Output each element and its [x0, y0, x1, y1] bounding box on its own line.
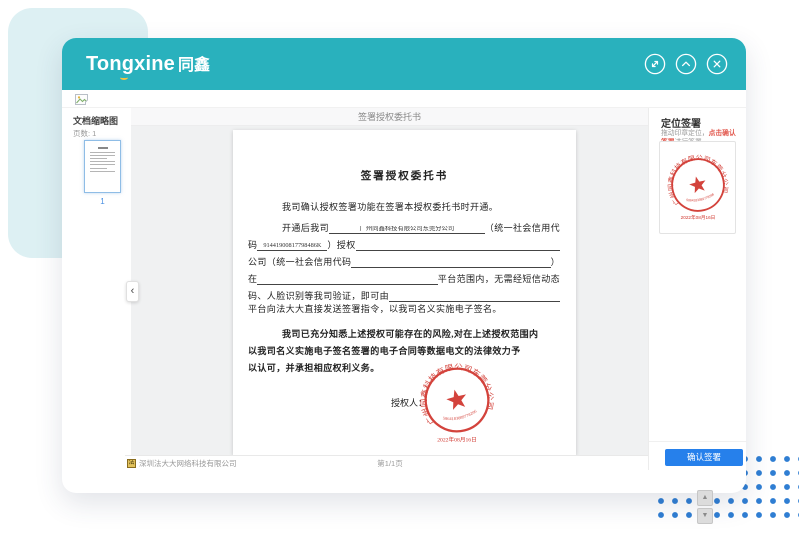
seal-star [687, 175, 707, 194]
document-title: 签署授权委托书 [233, 168, 576, 183]
doc-bold-paragraph: 我司已充分知悉上述授权可能存在的风险,对在上述授权范围内 以我司名义实施电子签名… [248, 327, 560, 378]
doc-line: 在 平台范围内，无需经短信动态 [248, 268, 560, 285]
content-top-strip [62, 90, 746, 108]
seal-number-text: 5864183089778286 [685, 192, 716, 206]
desktop-background: Tongxine同鑫 [0, 0, 800, 559]
expand-icon[interactable] [644, 53, 666, 75]
doc-line: 码 91441900817798486K ）授权 [248, 234, 560, 251]
seal-date-text: 2022年08月16日 [680, 214, 715, 221]
placed-signature-seal[interactable]: 广州同鑫科技有限公司东莞分公司 5864183089778286 2022年08… [417, 360, 497, 445]
app-window: Tongxine同鑫 [62, 38, 746, 493]
document-viewer: 签署授权委托书 签署授权委托书 我司确认授权签署功能在签署本授权委托书时开通。 … [131, 108, 648, 455]
sign-panel-title: 定位签署 [661, 115, 701, 130]
doc-line: 开通后我司 广州同鑫科技有限公司东莞分公司 （统一社会信用代 [248, 217, 560, 234]
document-page: 签署授权委托书 我司确认授权签署功能在签署本授权委托书时开通。 开通后我司 广州… [233, 130, 576, 455]
doc-line: 公司（统一社会信用代码 ） [248, 251, 560, 268]
brand-logo-cjk: 同鑫 [178, 57, 210, 74]
blank-redacted [389, 301, 560, 302]
sign-position-panel: 定位签署 拖动印章定位，点击确认签署进行签署 广州同鑫科技有限公司东莞分公司 5… [648, 108, 746, 470]
window-controls [644, 53, 728, 75]
page-indicator: 第1/1页 [377, 458, 402, 469]
thumbnail-page-number: 1 [84, 197, 121, 206]
blank-redacted [257, 284, 437, 285]
blank-redacted [351, 267, 550, 268]
company-seal-image: 广州同鑫科技有限公司东莞分公司 5864183089778286 2022年08… [417, 360, 497, 445]
service-provider-label: 深圳法大大网络科技有限公司 [139, 458, 237, 469]
thumbnail-panel: 文档缩略图 页数: 1 1 [62, 108, 131, 455]
minimize-icon[interactable] [675, 53, 697, 75]
doc-line: 码、人脸识别等我司验证，即可由 [248, 285, 560, 302]
viewer-header-title: 签署授权委托书 [131, 108, 648, 126]
seal-date-text: 2022年08月16日 [437, 435, 477, 443]
page-down-button[interactable]: ▼ [697, 508, 713, 524]
broken-image-icon [75, 94, 88, 105]
company-seal-image: 广州同鑫科技有限公司东莞分公司 5864183089778286 2022年08… [665, 152, 731, 222]
svg-text:5864183089778286: 5864183089778286 [441, 407, 478, 424]
panel-divider [649, 441, 747, 442]
brand-logo: Tongxine同鑫 [86, 51, 210, 76]
page-count-label: 页数: 1 [73, 128, 96, 139]
brand-logo-latin: Tongxine [86, 53, 175, 75]
fadada-logo-icon: 法 [127, 459, 136, 468]
page-thumbnail[interactable] [84, 140, 121, 193]
viewer-footer: 法 深圳法大大网络科技有限公司 第1/1页 [125, 455, 648, 470]
seal-source-card[interactable]: 广州同鑫科技有限公司东莞分公司 5864183089778286 2022年08… [659, 141, 736, 234]
collapse-panel-handle[interactable]: ‹ [126, 281, 139, 302]
blank-redacted [356, 250, 560, 251]
confirm-sign-button[interactable]: 确认签署 [665, 449, 743, 466]
seal-star [445, 387, 469, 411]
blank-company-name: 广州同鑫科技有限公司东莞分公司 [329, 226, 485, 234]
document-body: 我司确认授权签署功能在签署本授权委托书时开通。 开通后我司 广州同鑫科技有限公司… [248, 200, 560, 378]
brand-logo-smile-accent [120, 75, 128, 80]
page-up-button[interactable]: ▲ [697, 490, 713, 506]
doc-line: 我司确认授权签署功能在签署本授权委托书时开通。 [248, 200, 560, 217]
thumbnail-text-line [98, 147, 108, 149]
close-icon[interactable] [706, 53, 728, 75]
seal-number-text: 5864183089778286 [441, 407, 478, 424]
svg-text:5864183089778286: 5864183089778286 [685, 192, 716, 206]
window-titlebar: Tongxine同鑫 [62, 38, 746, 90]
doc-line: 平台向法大大直接发送签署指令，以我司名义实施电子签名。 [248, 302, 560, 319]
blank-credit-code: 91441900817798486K [257, 243, 327, 251]
thumbnail-panel-title: 文档缩略图 [73, 114, 118, 127]
